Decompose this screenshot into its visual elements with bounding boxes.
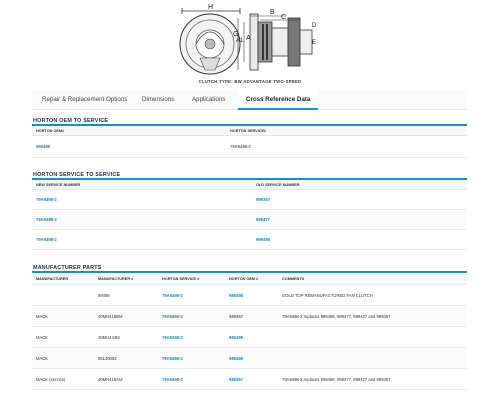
section-title: MANUFACTURER PARTS xyxy=(32,264,467,273)
table-row: 79A9498-2 999357 xyxy=(32,190,467,210)
new-service-link[interactable]: 79A9498-2 xyxy=(36,190,57,210)
comments-cell: 79A9498-2 replaces 999498, 999477, 99942… xyxy=(282,377,391,382)
column-header: NEW SERVICE NUMBER xyxy=(36,183,81,187)
tab-bar: Repair & Replacement Options Dimensions … xyxy=(32,90,467,110)
manufacturer-number-cell: 40MH418BM xyxy=(98,314,123,319)
label-g: G xyxy=(233,31,238,38)
horton-oem-link[interactable]: 989357 xyxy=(229,369,243,390)
label-d: D xyxy=(312,23,317,29)
old-service-link[interactable]: 999357 xyxy=(256,190,270,210)
horton-service-link[interactable]: 79A9498-2 xyxy=(162,327,183,348)
service-to-service-section: HORTON SERVICE TO SERVICE NEW SERVICE NU… xyxy=(32,171,467,250)
column-header: MANUFACTURER # xyxy=(98,277,134,281)
table-row: 99498 79A9498-2 989498 GOLD TOP REMANUFA… xyxy=(32,285,467,306)
section-title: HORTON OEM TO SERVICE xyxy=(32,117,467,126)
table-row: MACK 40MH418BM 79A9498-2 989357 79A9498-… xyxy=(32,306,467,327)
horton-service-link[interactable]: 79A9498-2 xyxy=(162,369,183,390)
new-service-link[interactable]: 79A9498-2 xyxy=(36,210,57,230)
horton-service-link[interactable]: 79A9498-2 xyxy=(162,306,183,327)
manufacturer-cell: MACK (service) xyxy=(36,377,66,382)
horton-oem-link[interactable]: 989498 xyxy=(229,327,243,348)
tab-cross-reference[interactable]: Cross Reference Data xyxy=(238,90,319,110)
label-h: H xyxy=(208,4,213,11)
label-a: A xyxy=(246,35,251,42)
horton-service-link[interactable]: 79A9498-2 xyxy=(162,348,183,369)
table-row: 999498 79A9498-2 xyxy=(32,136,467,158)
manufacturer-number-cell: 40MH418AM xyxy=(98,377,123,382)
table-row: 79A9498-2 999477 xyxy=(32,210,467,230)
column-header: MANUFACTURER xyxy=(36,277,69,281)
horton-oem-link[interactable]: 989498 xyxy=(229,285,243,306)
horton-oem-link[interactable]: 989498 xyxy=(229,348,243,369)
label-c: C xyxy=(281,14,286,21)
tab-dimensions[interactable]: Dimensions xyxy=(142,90,174,110)
column-header: OLD SERVICE NUMBER xyxy=(256,183,300,187)
column-header: HORTON SERVICE # xyxy=(162,277,200,281)
manufacturer-parts-section: MANUFACTURER PARTS MANUFACTURER MANUFACT… xyxy=(32,264,467,390)
table-row: MACK 40MH444M 79A9498-2 989498 xyxy=(32,327,467,348)
column-header: COMMENTS xyxy=(282,277,305,281)
diagram-caption: CLUTCH TYPE: BW ADVANTAGE TWO-SPEED xyxy=(198,79,302,84)
manufacturer-number-cell: 99498 xyxy=(98,293,110,298)
comments-cell: 79A9498-2 replaces 999498, 999477, 99942… xyxy=(282,314,391,319)
column-header: HORTON SERVICE# xyxy=(230,129,267,133)
column-header: HORTON OEM # xyxy=(229,277,259,281)
tab-applications[interactable]: Applications xyxy=(192,90,225,110)
oem-to-service-section: HORTON OEM TO SERVICE HORTON OEM# HORTON… xyxy=(32,117,467,158)
manufacturer-cell: MACK xyxy=(36,335,49,340)
old-service-link[interactable]: 999498 xyxy=(256,230,270,250)
manufacturer-cell: MACK xyxy=(36,356,49,361)
table-header: NEW SERVICE NUMBER OLD SERVICE NUMBER xyxy=(32,180,467,190)
service-number-link[interactable]: 79A9498-2 xyxy=(230,136,251,158)
label-b: B xyxy=(270,9,275,16)
horton-service-link[interactable]: 79A9498-2 xyxy=(162,285,183,306)
horton-oem-link[interactable]: 989357 xyxy=(229,306,243,327)
table-header: MANUFACTURER MANUFACTURER # HORTON SERVI… xyxy=(32,273,467,285)
table-row: MACK (service) 40MH418AM 79A9498-2 98935… xyxy=(32,369,467,390)
oem-number-link[interactable]: 999498 xyxy=(36,136,50,158)
section-title: HORTON SERVICE TO SERVICE xyxy=(32,171,467,180)
clutch-drawing: H B C D E G A1 A xyxy=(179,4,317,75)
manufacturer-cell: MACK xyxy=(36,314,49,319)
manufacturer-number-cell: 40MH444M xyxy=(98,335,120,340)
label-a1: A1 xyxy=(236,38,244,44)
tab-repair-replacement[interactable]: Repair & Replacement Options xyxy=(42,90,127,110)
table-header: HORTON OEM# HORTON SERVICE# xyxy=(32,126,467,136)
comments-cell: GOLD TOP REMANUFACTURED FAN CLUTCH xyxy=(282,293,373,298)
clutch-diagram: H B C D E G A1 A CLUTCH TYPE: BW ADVANTA… xyxy=(0,0,500,90)
label-e: E xyxy=(312,40,316,46)
old-service-link[interactable]: 999477 xyxy=(256,210,270,230)
new-service-link[interactable]: 79A9498-2 xyxy=(36,230,57,250)
manufacturer-number-cell: 85130082 xyxy=(98,356,117,361)
table-row: 79A9498-2 999498 xyxy=(32,230,467,250)
column-header: HORTON OEM# xyxy=(36,129,65,133)
table-row: MACK 85130082 79A9498-2 989498 xyxy=(32,348,467,369)
